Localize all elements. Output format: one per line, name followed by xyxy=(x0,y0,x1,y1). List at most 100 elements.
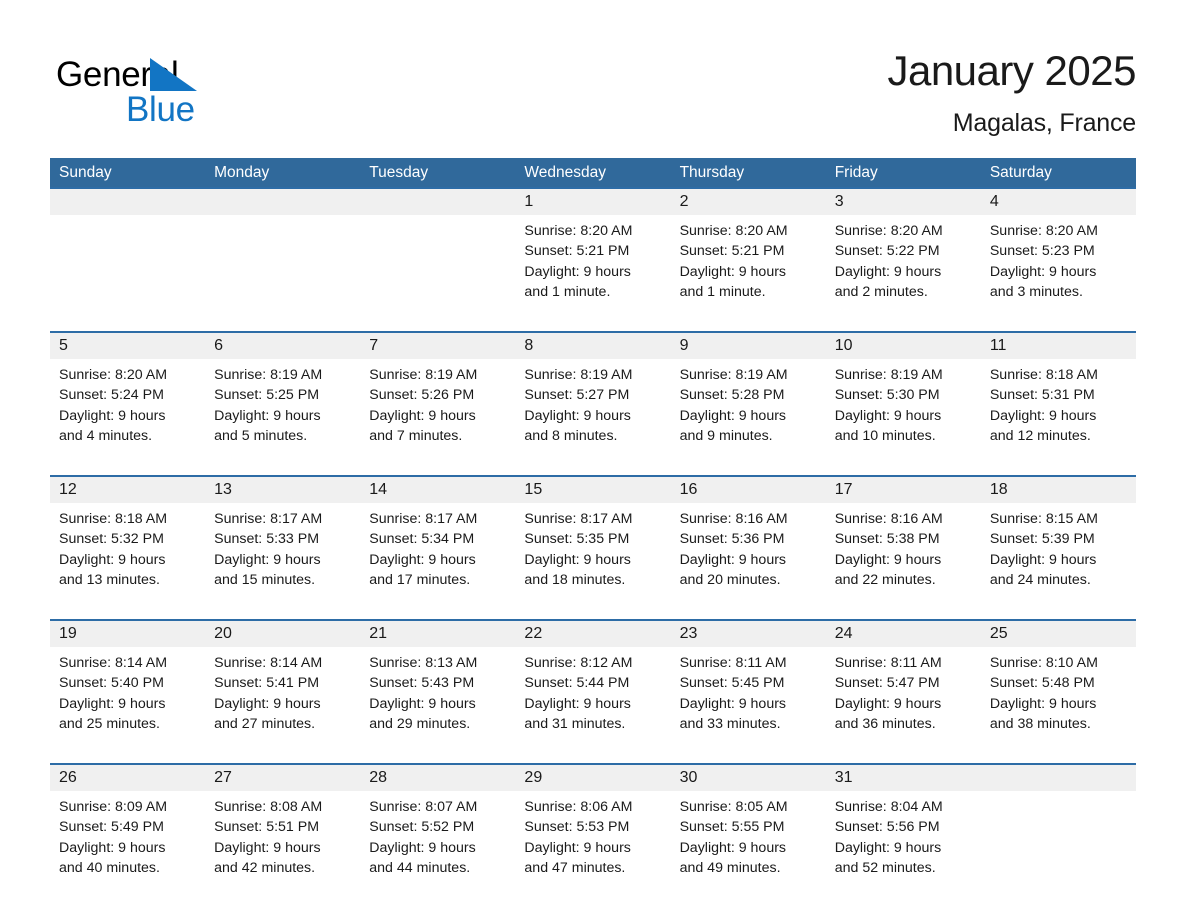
day-number[interactable]: 30 xyxy=(671,765,826,791)
day-number[interactable]: 16 xyxy=(671,477,826,503)
day-number[interactable]: 10 xyxy=(826,333,981,359)
day-cell[interactable]: Sunrise: 8:19 AM Sunset: 5:26 PM Dayligh… xyxy=(360,365,515,467)
daylight-line2: and 44 minutes. xyxy=(369,859,471,876)
day-cell[interactable]: Sunrise: 8:15 AM Sunset: 5:39 PM Dayligh… xyxy=(981,509,1136,611)
day-cell[interactable]: Sunrise: 8:17 AM Sunset: 5:33 PM Dayligh… xyxy=(205,509,360,611)
sunset-text: Sunset: 5:56 PM xyxy=(834,819,940,836)
day-number[interactable]: 17 xyxy=(826,477,981,503)
day-cell[interactable] xyxy=(360,221,515,323)
day-cell[interactable]: Sunrise: 8:19 AM Sunset: 5:27 PM Dayligh… xyxy=(515,365,670,467)
day-cell[interactable]: Sunrise: 8:04 AM Sunset: 5:56 PM Dayligh… xyxy=(826,797,981,899)
week-daynumber-band: 19 20 21 22 23 24 25 xyxy=(50,621,1136,647)
daylight-line1: Daylight: 9 hours xyxy=(214,551,321,568)
day-number[interactable]: 27 xyxy=(205,765,360,791)
day-cell[interactable]: Sunrise: 8:20 AM Sunset: 5:23 PM Dayligh… xyxy=(981,221,1136,323)
day-number[interactable]: 7 xyxy=(360,333,515,359)
day-cell[interactable]: Sunrise: 8:17 AM Sunset: 5:34 PM Dayligh… xyxy=(360,509,515,611)
daylight-line1: Daylight: 9 hours xyxy=(989,407,1097,424)
day-cell[interactable]: Sunrise: 8:14 AM Sunset: 5:41 PM Dayligh… xyxy=(205,653,360,755)
sunrise-text: Sunrise: 8:10 AM xyxy=(989,655,1098,671)
sunrise-text: Sunrise: 8:18 AM xyxy=(989,367,1098,383)
week-spacer xyxy=(50,323,1136,331)
day-cell[interactable]: Sunrise: 8:20 AM Sunset: 5:24 PM Dayligh… xyxy=(50,365,205,467)
day-cell[interactable]: Sunrise: 8:19 AM Sunset: 5:28 PM Dayligh… xyxy=(671,365,826,467)
daylight-line1: Daylight: 9 hours xyxy=(59,407,166,424)
sunset-text: Sunset: 5:41 PM xyxy=(214,675,320,692)
day-cell[interactable]: Sunrise: 8:20 AM Sunset: 5:21 PM Dayligh… xyxy=(515,221,670,323)
day-number[interactable]: 20 xyxy=(205,621,360,647)
day-cell[interactable]: Sunrise: 8:06 AM Sunset: 5:53 PM Dayligh… xyxy=(515,797,670,899)
logo-text-blue: Blue xyxy=(126,90,195,129)
day-cell[interactable]: Sunrise: 8:18 AM Sunset: 5:31 PM Dayligh… xyxy=(981,365,1136,467)
day-cell[interactable]: Sunrise: 8:09 AM Sunset: 5:49 PM Dayligh… xyxy=(50,797,205,899)
weekday-header-row: Sunday Monday Tuesday Wednesday Thursday… xyxy=(50,158,1136,187)
weekday-header-saturday: Saturday xyxy=(989,164,1052,181)
sunrise-text: Sunrise: 8:19 AM xyxy=(834,367,943,383)
day-number[interactable]: 9 xyxy=(671,333,826,359)
day-cell[interactable]: Sunrise: 8:18 AM Sunset: 5:32 PM Dayligh… xyxy=(50,509,205,611)
day-number[interactable] xyxy=(360,189,515,215)
day-number[interactable]: 8 xyxy=(515,333,670,359)
day-number[interactable]: 31 xyxy=(826,765,981,791)
day-number[interactable]: 2 xyxy=(671,189,826,215)
week-detail-row: Sunrise: 8:14 AM Sunset: 5:40 PM Dayligh… xyxy=(50,647,1136,755)
day-number[interactable]: 14 xyxy=(360,477,515,503)
daylight-line2: and 1 minute. xyxy=(524,283,611,300)
day-cell[interactable]: Sunrise: 8:20 AM Sunset: 5:22 PM Dayligh… xyxy=(826,221,981,323)
day-number[interactable]: 19 xyxy=(50,621,205,647)
day-cell[interactable] xyxy=(50,221,205,323)
day-cell[interactable]: Sunrise: 8:11 AM Sunset: 5:47 PM Dayligh… xyxy=(826,653,981,755)
week-daynumber-band: 26 27 28 29 30 31 xyxy=(50,765,1136,791)
day-number[interactable]: 15 xyxy=(515,477,670,503)
day-number[interactable]: 3 xyxy=(826,189,981,215)
day-cell[interactable]: Sunrise: 8:16 AM Sunset: 5:38 PM Dayligh… xyxy=(826,509,981,611)
day-number[interactable]: 24 xyxy=(826,621,981,647)
day-cell[interactable]: Sunrise: 8:07 AM Sunset: 5:52 PM Dayligh… xyxy=(360,797,515,899)
day-number[interactable]: 29 xyxy=(515,765,670,791)
day-cell[interactable]: Sunrise: 8:10 AM Sunset: 5:48 PM Dayligh… xyxy=(981,653,1136,755)
day-number[interactable] xyxy=(50,189,205,215)
day-number[interactable]: 18 xyxy=(981,477,1136,503)
general-blue-logo: General Blue xyxy=(56,44,256,128)
day-cell[interactable]: Sunrise: 8:20 AM Sunset: 5:21 PM Dayligh… xyxy=(671,221,826,323)
day-number[interactable]: 21 xyxy=(360,621,515,647)
day-number[interactable]: 28 xyxy=(360,765,515,791)
day-number[interactable]: 25 xyxy=(981,621,1136,647)
daylight-line1: Daylight: 9 hours xyxy=(59,551,166,568)
sunrise-text: Sunrise: 8:07 AM xyxy=(369,799,478,815)
day-number[interactable]: 26 xyxy=(50,765,205,791)
day-number[interactable] xyxy=(981,765,1136,791)
day-cell[interactable] xyxy=(205,221,360,323)
day-cell[interactable]: Sunrise: 8:19 AM Sunset: 5:25 PM Dayligh… xyxy=(205,365,360,467)
day-cell[interactable]: Sunrise: 8:13 AM Sunset: 5:43 PM Dayligh… xyxy=(360,653,515,755)
day-number[interactable]: 4 xyxy=(981,189,1136,215)
sunrise-text: Sunrise: 8:05 AM xyxy=(679,799,788,815)
day-cell[interactable]: Sunrise: 8:08 AM Sunset: 5:51 PM Dayligh… xyxy=(205,797,360,899)
day-cell[interactable]: Sunrise: 8:05 AM Sunset: 5:55 PM Dayligh… xyxy=(671,797,826,899)
day-cell[interactable]: Sunrise: 8:14 AM Sunset: 5:40 PM Dayligh… xyxy=(50,653,205,755)
day-cell[interactable]: Sunrise: 8:19 AM Sunset: 5:30 PM Dayligh… xyxy=(826,365,981,467)
daylight-line2: and 36 minutes. xyxy=(834,715,936,732)
sunrise-text: Sunrise: 8:09 AM xyxy=(59,799,168,815)
sunset-text: Sunset: 5:35 PM xyxy=(524,531,630,548)
day-cell[interactable]: Sunrise: 8:16 AM Sunset: 5:36 PM Dayligh… xyxy=(671,509,826,611)
sunrise-text: Sunrise: 8:17 AM xyxy=(214,511,323,527)
sunset-text: Sunset: 5:23 PM xyxy=(989,243,1095,260)
day-cell[interactable] xyxy=(981,797,1136,899)
day-number[interactable]: 23 xyxy=(671,621,826,647)
daylight-line2: and 1 minute. xyxy=(679,283,766,300)
day-number[interactable]: 1 xyxy=(515,189,670,215)
day-number[interactable]: 12 xyxy=(50,477,205,503)
day-cell[interactable]: Sunrise: 8:12 AM Sunset: 5:44 PM Dayligh… xyxy=(515,653,670,755)
week-spacer xyxy=(50,755,1136,763)
day-number[interactable]: 5 xyxy=(50,333,205,359)
day-number[interactable] xyxy=(205,189,360,215)
day-cell[interactable]: Sunrise: 8:11 AM Sunset: 5:45 PM Dayligh… xyxy=(671,653,826,755)
day-number[interactable]: 11 xyxy=(981,333,1136,359)
day-cell[interactable]: Sunrise: 8:17 AM Sunset: 5:35 PM Dayligh… xyxy=(515,509,670,611)
day-number[interactable]: 13 xyxy=(205,477,360,503)
day-number[interactable]: 22 xyxy=(515,621,670,647)
sunrise-text: Sunrise: 8:16 AM xyxy=(679,511,788,527)
sunset-text: Sunset: 5:33 PM xyxy=(214,531,320,548)
day-number[interactable]: 6 xyxy=(205,333,360,359)
